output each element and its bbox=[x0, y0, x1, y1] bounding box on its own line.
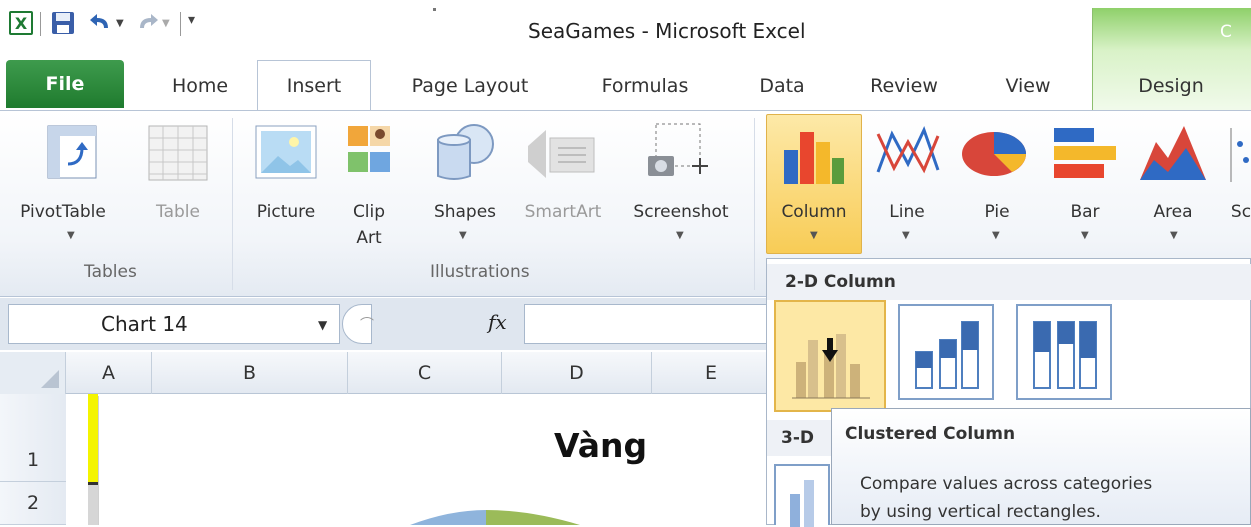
svg-text:X: X bbox=[15, 14, 28, 33]
stacked-column-option[interactable] bbox=[898, 304, 994, 400]
select-all-icon bbox=[41, 370, 59, 388]
group-separator bbox=[754, 118, 755, 290]
formula-input[interactable] bbox=[524, 304, 768, 344]
title-bar: X ▼ ▼ ▾ SeaGames - Microsoft Excel bbox=[0, 0, 1251, 60]
tab-review[interactable]: Review bbox=[862, 70, 946, 110]
tab-data[interactable]: Data bbox=[752, 70, 812, 110]
tab-file[interactable]: File bbox=[6, 60, 124, 108]
pivottable-dropdown-icon[interactable]: ▼ bbox=[67, 230, 75, 241]
column-chart-icon bbox=[784, 132, 844, 184]
context-tab-label: C bbox=[1220, 22, 1232, 42]
qat-separator bbox=[40, 12, 41, 36]
column-header-c[interactable]: C bbox=[348, 352, 502, 394]
tooltip-description: Compare values across categories by usin… bbox=[860, 470, 1240, 526]
area-dropdown-icon[interactable]: ▼ bbox=[1170, 230, 1178, 241]
column-header-e[interactable]: E bbox=[652, 352, 770, 394]
qat-separator bbox=[180, 12, 181, 36]
clip-art-button-line1[interactable]: Clip bbox=[346, 200, 392, 224]
picture-icon bbox=[255, 125, 317, 179]
pie-button[interactable]: Pie bbox=[964, 200, 1030, 224]
shapes-button[interactable]: Shapes bbox=[424, 200, 506, 224]
cell-a1-yellow-fill bbox=[88, 394, 98, 482]
bar-button[interactable]: Bar bbox=[1050, 200, 1120, 224]
tab-page-layout[interactable]: Page Layout bbox=[400, 70, 540, 110]
select-all-corner[interactable] bbox=[0, 352, 66, 394]
cell-a2-fill bbox=[88, 485, 98, 525]
column-header-d[interactable]: D bbox=[502, 352, 652, 394]
smartart-button[interactable]: SmartArt bbox=[514, 200, 612, 224]
window-title: SeaGames - Microsoft Excel bbox=[528, 19, 806, 43]
100-percent-stacked-column-option[interactable] bbox=[1016, 304, 1112, 400]
smartart-icon bbox=[528, 130, 595, 178]
tab-formulas[interactable]: Formulas bbox=[590, 70, 700, 110]
pivottable-icon bbox=[47, 125, 97, 179]
pie-chart-partial bbox=[410, 510, 580, 525]
clustered-column-option[interactable] bbox=[774, 300, 886, 412]
column-button[interactable]: Column bbox=[768, 200, 860, 224]
column-header-a[interactable]: A bbox=[66, 352, 152, 394]
pie-chart-icon bbox=[962, 132, 1026, 176]
customize-qat-icon[interactable]: ▾ bbox=[188, 12, 195, 28]
tooltip-title: Clustered Column bbox=[845, 424, 1016, 444]
group-label-illustrations: Illustrations bbox=[430, 262, 530, 282]
column-header-b[interactable]: B bbox=[152, 352, 348, 394]
redo-icon[interactable] bbox=[134, 10, 160, 36]
shapes-icon bbox=[437, 124, 494, 180]
screenshot-button[interactable]: Screenshot bbox=[618, 200, 744, 224]
save-icon[interactable] bbox=[50, 10, 76, 36]
chart-area[interactable] bbox=[98, 396, 766, 525]
formula-bar-resize-icon[interactable]: ⌒ bbox=[360, 314, 374, 334]
gallery-section-2d-column: 2-D Column bbox=[767, 264, 1251, 300]
100-percent-stacked-column-icon bbox=[1033, 321, 1097, 389]
row-header-1[interactable]: 1 bbox=[0, 394, 66, 482]
screenshot-dropdown-icon[interactable]: ▼ bbox=[676, 230, 684, 241]
redo-dropdown-icon[interactable]: ▼ bbox=[162, 18, 170, 29]
group-label-tables: Tables bbox=[84, 262, 137, 282]
name-box-dropdown-icon[interactable]: ▼ bbox=[318, 318, 327, 332]
name-box-value: Chart 14 bbox=[101, 312, 188, 336]
clip-art-button-line2[interactable]: Art bbox=[346, 226, 392, 250]
scatter-chart-icon bbox=[1230, 128, 1249, 182]
3d-column-icon bbox=[790, 480, 814, 527]
area-button[interactable]: Area bbox=[1138, 200, 1208, 224]
insert-function-icon[interactable]: fx bbox=[488, 310, 507, 334]
tab-insert[interactable]: Insert bbox=[257, 60, 371, 116]
stacked-column-icon bbox=[915, 321, 979, 389]
shapes-dropdown-icon[interactable]: ▼ bbox=[459, 230, 467, 241]
group-separator bbox=[232, 118, 233, 290]
tooltip-description-line1: Compare values across categories bbox=[860, 474, 1153, 494]
picture-button[interactable]: Picture bbox=[246, 200, 326, 224]
table-button[interactable]: Table bbox=[145, 200, 211, 224]
scatter-button[interactable]: Sc bbox=[1226, 200, 1251, 224]
excel-logo-icon[interactable]: X bbox=[8, 10, 34, 36]
clip-art-icon bbox=[348, 126, 390, 172]
line-chart-icon bbox=[876, 126, 940, 174]
decorative-dot bbox=[433, 8, 436, 11]
table-icon bbox=[148, 125, 208, 181]
bar-dropdown-icon[interactable]: ▼ bbox=[1081, 230, 1089, 241]
tab-view[interactable]: View bbox=[998, 70, 1058, 110]
pivottable-button[interactable]: PivotTable bbox=[8, 200, 118, 224]
area-chart-icon bbox=[1140, 126, 1206, 180]
line-dropdown-icon[interactable]: ▼ bbox=[902, 230, 910, 241]
line-button[interactable]: Line bbox=[874, 200, 940, 224]
mouse-cursor-icon bbox=[822, 338, 838, 362]
tab-design[interactable]: Design bbox=[1108, 70, 1234, 110]
name-box[interactable]: Chart 14 bbox=[8, 304, 340, 344]
column-dropdown-icon[interactable]: ▼ bbox=[810, 230, 818, 241]
gallery-section-3d: 3-D bbox=[767, 420, 831, 456]
pie-dropdown-icon[interactable]: ▼ bbox=[992, 230, 1000, 241]
row-header-2[interactable]: 2 bbox=[0, 482, 66, 525]
tooltip-description-line2: by using vertical rectangles. bbox=[860, 502, 1101, 522]
tab-home[interactable]: Home bbox=[160, 70, 240, 110]
bar-chart-icon bbox=[1054, 128, 1116, 178]
screenshot-icon bbox=[648, 123, 708, 176]
undo-icon[interactable] bbox=[88, 10, 114, 36]
undo-dropdown-icon[interactable]: ▼ bbox=[116, 18, 124, 29]
3d-column-option[interactable] bbox=[774, 464, 830, 527]
chart-title[interactable]: Vàng bbox=[554, 426, 647, 465]
